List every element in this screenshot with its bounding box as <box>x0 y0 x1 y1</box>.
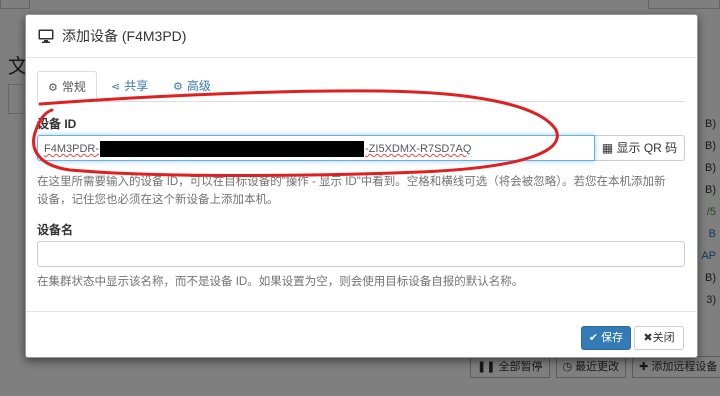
qr-code-icon: ▦ <box>601 141 614 155</box>
device-id-input-group: F4M3PDR- -ZI5XDMX-R7SD7AQ ▦ 显示 QR 码 <box>37 135 685 161</box>
device-id-help-text: 在这里所需要输入的设备 ID，可以在目标设备的"操作 - 显示 ID"中看到。空… <box>37 176 666 206</box>
add-device-dialog: 添加设备 (F4M3PD) ⚙ 常规 ⋖ 共享 ⚙ 高级 设备 ID F4M3PDR-… <box>25 14 698 358</box>
tab-sharing[interactable]: ⋖ 共享 <box>101 71 158 101</box>
device-name-input[interactable] <box>37 241 685 267</box>
device-id-label: 设备 ID <box>37 117 77 131</box>
dialog-header: 添加设备 (F4M3PD) <box>26 15 697 58</box>
device-id-suffix: -ZI5XDMX-R7SD7AQ <box>365 143 472 155</box>
close-button[interactable]: ✖关闭 <box>634 326 684 350</box>
tab-advanced[interactable]: ⚙ 高级 <box>163 71 221 101</box>
share-icon: ⋖ <box>111 81 121 93</box>
check-icon: ✔ <box>588 332 599 344</box>
monitor-icon <box>38 29 54 43</box>
gear-icon: ⚙ <box>48 82 58 94</box>
cogs-icon: ⚙ <box>173 81 183 93</box>
close-icon: ✖ <box>643 332 653 344</box>
device-id-prefix: F4M3PDR- <box>44 143 100 155</box>
dialog-title: 添加设备 (F4M3PD) <box>62 28 187 44</box>
device-id-input[interactable]: F4M3PDR- -ZI5XDMX-R7SD7AQ <box>37 135 595 161</box>
tab-general[interactable]: ⚙ 常规 <box>37 71 97 103</box>
redaction-bar <box>100 141 365 158</box>
device-name-help-text: 在集群状态中显示该名称，而不是设备 ID。如果设置为空，则会使用目标设备自报的默… <box>37 276 524 288</box>
save-button[interactable]: ✔ 保存 <box>581 326 631 350</box>
dialog-footer: ✔ 保存 ✖关闭 <box>26 311 697 358</box>
device-name-label: 设备名 <box>37 223 74 237</box>
show-qr-button[interactable]: ▦ 显示 QR 码 <box>595 135 685 161</box>
dialog-tabs: ⚙ 常规 ⋖ 共享 ⚙ 高级 <box>37 71 685 103</box>
